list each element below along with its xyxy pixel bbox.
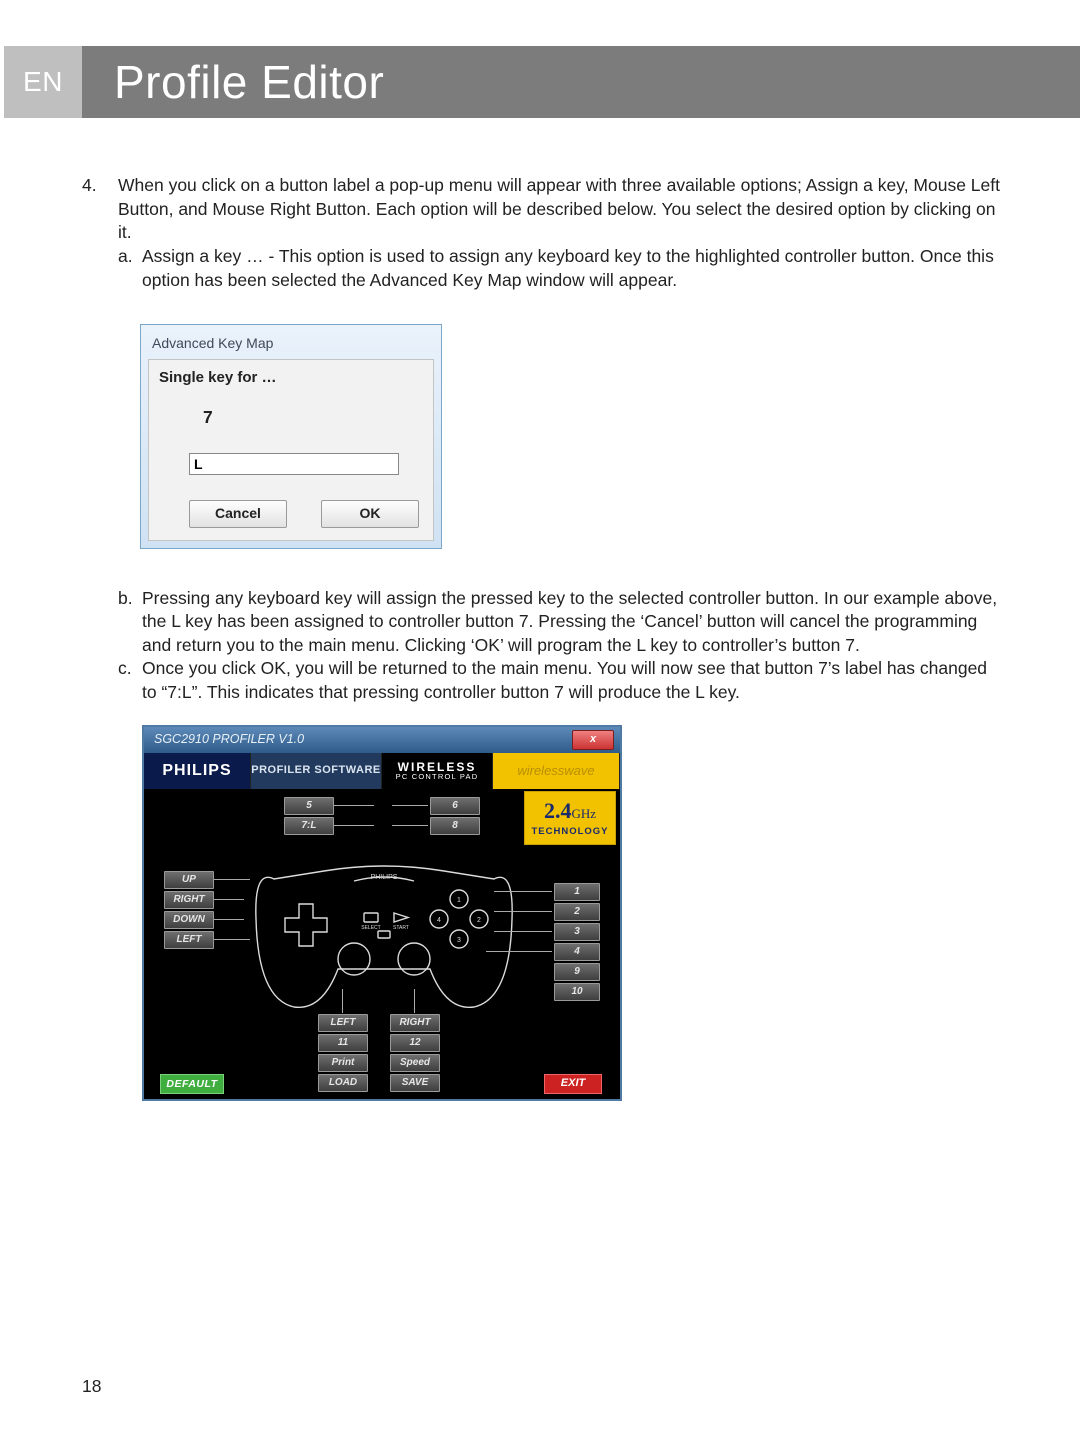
speed-button[interactable]: Speed — [390, 1054, 440, 1072]
load-button[interactable]: LOAD — [318, 1074, 368, 1092]
header-band: EN Profile Editor — [82, 46, 1080, 118]
list-marker: a. — [118, 245, 142, 292]
slot-6[interactable]: 6 — [430, 797, 480, 815]
pad-face-4: 4 — [437, 917, 441, 924]
slot-4[interactable]: 4 — [554, 943, 600, 961]
paragraph-4-text: When you click on a button label a pop-u… — [118, 174, 1002, 245]
profiler-title: SGC2910 PROFILER V1.0 — [154, 731, 304, 748]
wireless-wave-label: wirelesswave — [493, 753, 620, 789]
dialog-title: Advanced Key Map — [148, 332, 434, 359]
slot-10[interactable]: 10 — [554, 983, 600, 1001]
slot-2[interactable]: 2 — [554, 903, 600, 921]
paragraph-4c-text: Once you click OK, you will be returned … — [142, 657, 1002, 704]
cancel-button[interactable]: Cancel — [189, 500, 287, 528]
list-marker: 4. — [82, 174, 118, 245]
slot-7l[interactable]: 7:L — [284, 817, 334, 835]
slot-11[interactable]: 11 — [318, 1034, 368, 1052]
dialog-subtitle: Single key for … — [159, 368, 423, 388]
profiler-software-label: PROFILER SOFTWARE — [251, 753, 382, 789]
default-button[interactable]: DEFAULT — [160, 1074, 224, 1094]
lang-tab: EN — [4, 46, 82, 118]
print-button[interactable]: Print — [318, 1054, 368, 1072]
pad-face-1: 1 — [457, 897, 461, 904]
key-input[interactable] — [189, 453, 399, 475]
save-button[interactable]: SAVE — [390, 1074, 440, 1092]
profiler-body: 2.4GHz TECHNOLOGY 5 7:L 6 8 UP RIGHT DOW… — [144, 789, 620, 1099]
brand-logo: PHILIPS — [144, 753, 251, 789]
pad-start-label: START — [393, 925, 409, 931]
slot-8[interactable]: 8 — [430, 817, 480, 835]
ghz-badge: 2.4GHz TECHNOLOGY — [524, 791, 616, 845]
page-number: 18 — [82, 1376, 101, 1397]
slot-1[interactable]: 1 — [554, 883, 600, 901]
dialog-button-number: 7 — [159, 406, 423, 430]
paragraph-4: 4. When you click on a button label a po… — [82, 174, 1002, 245]
paragraph-4b: b. Pressing any keyboard key will assign… — [118, 587, 1002, 658]
close-button[interactable]: x — [572, 730, 614, 750]
ok-button[interactable]: OK — [321, 500, 419, 528]
slot-down[interactable]: DOWN — [164, 911, 214, 929]
slot-left[interactable]: LEFT — [164, 931, 214, 949]
slot-9[interactable]: 9 — [554, 963, 600, 981]
slot-up[interactable]: UP — [164, 871, 214, 889]
slot-12[interactable]: 12 — [390, 1034, 440, 1052]
wireless-line2: PC CONTROL PAD — [396, 773, 479, 781]
pad-face-2: 2 — [477, 917, 481, 924]
paragraph-4c: c. Once you click OK, you will be return… — [118, 657, 1002, 704]
list-marker: b. — [118, 587, 142, 658]
paragraph-4b-text: Pressing any keyboard key will assign th… — [142, 587, 1002, 658]
slot-right[interactable]: RIGHT — [164, 891, 214, 909]
exit-button[interactable]: EXIT — [544, 1074, 602, 1094]
pad-brand-text: PHILIPS — [371, 874, 398, 881]
slot-5[interactable]: 5 — [284, 797, 334, 815]
pad-select-label: SELECT — [361, 925, 380, 931]
pad-face-3: 3 — [457, 937, 461, 944]
paragraph-4a: a. Assign a key … - This option is used … — [118, 245, 1002, 292]
profiler-window: SGC2910 PROFILER V1.0 x PHILIPS PROFILER… — [142, 725, 622, 1101]
advanced-key-map-dialog: Advanced Key Map Single key for … 7 Canc… — [140, 324, 442, 548]
page-title: Profile Editor — [82, 46, 1080, 118]
controller-illustration: PHILIPS SELECT START 1 2 3 4 — [244, 849, 524, 1019]
wireless-label: WIRELESS PC CONTROL PAD — [382, 753, 493, 789]
slot-3[interactable]: 3 — [554, 923, 600, 941]
paragraph-4a-text: Assign a key … - This option is used to … — [142, 245, 1002, 292]
list-marker: c. — [118, 657, 142, 704]
